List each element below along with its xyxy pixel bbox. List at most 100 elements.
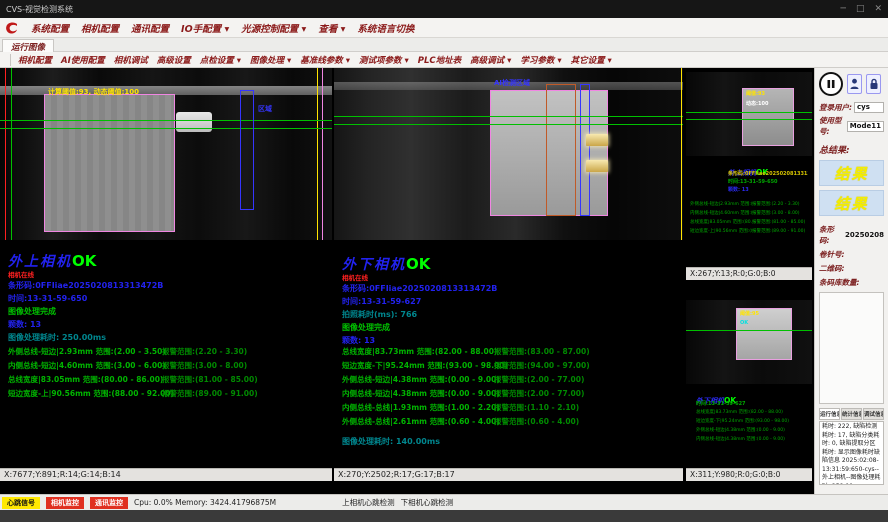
- thumbnail-upper-pixel-coordinates: X:267;Y:13;R:0;G:0;B:0: [686, 267, 812, 280]
- total-result-label: 总结果:: [819, 143, 884, 156]
- mini-upper-measurements: 外侧总线-短边|2.93mm 范围:(2.00 - 3.50) 报警范围:(2.…: [690, 200, 808, 236]
- tool-learning-params[interactable]: 学习参数 ▾: [516, 53, 565, 67]
- tool-camera-debug[interactable]: 相机调试: [110, 53, 152, 67]
- log-tab-debug-info[interactable]: 调试信息: [863, 408, 884, 420]
- lock-button[interactable]: [866, 74, 881, 94]
- maximize-button[interactable]: □: [856, 4, 865, 14]
- thumbnail-view-upper[interactable]: 阈值:93 动态:100 外上相机OK 条形码:0FFIiae202502081…: [686, 72, 812, 280]
- alarm-range: 报警范围:(94.00 - 97.00): [494, 359, 590, 373]
- thumbnail-image-lower: 阈值:95 OK: [686, 300, 812, 384]
- log-tab-run-info[interactable]: 运行信息: [819, 408, 840, 420]
- mini-measurement: 外侧总线-短边|2.93mm 范围:(2.00 - 3.50): [690, 200, 752, 209]
- cpu-memory-status: Cpu: 0.0% Memory: 3424.41796875M: [134, 498, 276, 507]
- guide-line-yellow: [681, 68, 682, 240]
- menu-camera-config[interactable]: 相机配置: [76, 19, 124, 37]
- measurement-row: 短边宽度-下|95.24mm 范围:(93.00 - 98.00) 报警范围:(…: [342, 359, 590, 373]
- menu-view[interactable]: 查看 ▾: [313, 19, 350, 37]
- mini-alarm: 报警范围:(3.00 - 8.00): [752, 209, 808, 218]
- log-output[interactable]: 耗时: 222, 缺陷检测耗时: 17, 缺陷分类耗时: 0, 缺陷提取分区耗时…: [819, 421, 884, 485]
- measurement-value: 外侧总线-短边|4.38mm 范围:(0.00 - 9.00): [342, 373, 494, 387]
- tool-advanced-settings[interactable]: 高级设置: [153, 53, 195, 67]
- tool-spot-check[interactable]: 点检设置 ▾: [196, 53, 245, 67]
- lower-camera-heartbeat-check: 下相机心跳检测: [401, 497, 454, 508]
- camera-view-lower[interactable]: AI检测区域 外下相机OK 相机在线 条形码:0FFIiae2025020813…: [334, 68, 683, 481]
- tool-baseline-params[interactable]: 基准线参数 ▾: [296, 53, 354, 67]
- tool-plc-address[interactable]: PLC地址表: [414, 53, 465, 67]
- login-user-field[interactable]: cys: [854, 102, 884, 113]
- mini-count: 颗数: 13: [728, 186, 808, 194]
- measurement-row: 外侧总线-总线|2.61mm 范围:(0.60 - 4.00) 报警范围:(0.…: [342, 415, 590, 429]
- guide-line-yellow: [317, 68, 318, 240]
- tool-advanced-debug[interactable]: 高级调试 ▾: [466, 53, 515, 67]
- alarm-range: 报警范围:(83.00 - 87.00): [494, 345, 590, 359]
- tool-ai-use-config[interactable]: AI使用配置: [57, 53, 109, 67]
- lower-camera-status: 相机在线: [342, 272, 497, 282]
- alarm-range: 报警范围:(1.10 - 2.10): [494, 401, 579, 415]
- guide-line-red: [5, 68, 6, 240]
- mini-alarm: 报警范围:(89.00 - 91.00): [752, 227, 808, 236]
- lower-time: 时间:13-31-59-627: [342, 295, 497, 308]
- alarm-range: 报警范围:(0.60 - 4.00): [494, 415, 579, 429]
- user-button[interactable]: [847, 74, 862, 94]
- measurement-value: 内侧总线-短边|4.60mm 范围:(3.00 - 6.00): [8, 359, 162, 373]
- alarm-range: 报警范围:(3.00 - 8.00): [162, 359, 247, 373]
- mini-measurement: 外侧总线-短边|4.38mm 范围:(0.00 - 9.00): [696, 426, 789, 435]
- camera-view-upper[interactable]: 计算阈值:93, 动态阈值:100 区域 外上相机OK 相机在线 条形码:0FF…: [0, 68, 332, 481]
- guide-line-green: [11, 68, 12, 240]
- menu-system-config[interactable]: 系统配置: [26, 19, 74, 37]
- menu-light-config[interactable]: 光源控制配置 ▾: [236, 19, 311, 37]
- upper-camera-status: 相机在线: [8, 269, 163, 279]
- result-box-2: 结果: [819, 190, 884, 216]
- tool-other-settings[interactable]: 其它设置 ▾: [567, 53, 616, 67]
- mini-measurement: 总线宽度|83.73mm 范围:(82.00 - 88.00): [696, 408, 789, 417]
- menu-bar: 系统配置 相机配置 通讯配置 IO手配置 ▾ 光源控制配置 ▾ 查看 ▾ 系统语…: [0, 18, 888, 38]
- thumbnail-lower-pixel-coordinates: X:311;Y:980;R:0;G:0;B:0: [686, 468, 812, 481]
- mini-alarm: 报警范围:(2.20 - 3.30): [752, 200, 808, 209]
- baseline-green-2: [0, 128, 332, 129]
- camera-image-lower: AI检测区域: [334, 68, 683, 240]
- mini-measurement: 内侧总线-短边|4.38mm 范围:(0.00 - 9.00): [696, 435, 789, 444]
- upper-process-time: 图像处理耗时: 250.00ms: [8, 331, 163, 344]
- barcode-list-box[interactable]: [819, 292, 884, 404]
- guide-line-magenta: [322, 68, 323, 240]
- lower-measurements: 总线宽度|83.73mm 范围:(82.00 - 88.00) 报警范围:(83…: [342, 345, 590, 448]
- close-button[interactable]: ✕: [874, 4, 882, 14]
- upper-measurements: 外侧总线-短边|2.93mm 范围:(2.00 - 3.50) 报警范围:(2.…: [8, 345, 258, 401]
- lower-trigger-time: 拍照耗时(ms): 766: [342, 308, 497, 321]
- mini-measurement: 总线宽度|83.05mm 范围:(80.00 - 86.00): [690, 218, 752, 227]
- pause-button[interactable]: [819, 72, 843, 96]
- comm-monitor-badge: 通讯监控: [90, 497, 128, 509]
- region-label: 区域: [258, 104, 272, 114]
- app-status-bar: 心跳信号 相机监控 通讯监控 Cpu: 0.0% Memory: 3424.41…: [0, 494, 888, 510]
- baseline-green-1: [0, 120, 332, 121]
- app-logo-icon: [4, 21, 20, 35]
- tab-run-image[interactable]: 运行图像: [2, 39, 54, 52]
- menu-comm-config[interactable]: 通讯配置: [126, 19, 174, 37]
- model-field[interactable]: Mode11: [847, 121, 884, 132]
- lower-process-time: 图像处理耗时: 140.00ms: [342, 435, 590, 448]
- upper-camera-heartbeat-check: 上相机心跳检测: [342, 497, 395, 508]
- lower-camera-name: 外下相机: [342, 257, 406, 273]
- tool-camera-config[interactable]: 相机配置: [14, 53, 56, 67]
- window-title: CVS-视觉检测系统: [6, 4, 73, 15]
- menu-language-switch[interactable]: 系统语言切换: [352, 19, 419, 37]
- mini-mark: 阈值:95: [740, 310, 759, 317]
- tab-strip: 运行图像: [0, 38, 888, 52]
- gold-tab-2: [586, 160, 608, 172]
- minimize-button[interactable]: ─: [841, 4, 846, 14]
- threshold-label: 计算阈值:93, 动态阈值:100: [48, 87, 139, 97]
- model-label: 使用型号:: [819, 115, 845, 137]
- alarm-range: 报警范围:(2.20 - 3.30): [162, 345, 247, 359]
- measurement-value: 短边宽度-下|95.24mm 范围:(93.00 - 98.00): [342, 359, 494, 373]
- upper-count: 颗数: 13: [8, 318, 163, 331]
- measurement-row: 外侧总线-短边|2.93mm 范围:(2.00 - 3.50) 报警范围:(2.…: [8, 345, 258, 359]
- log-tab-stats-info[interactable]: 统计信息: [841, 408, 862, 420]
- measurement-value: 短边宽度-上|90.56mm 范围:(88.00 - 92.00): [8, 387, 162, 401]
- upper-time: 时间:13-31-59-650: [8, 292, 163, 305]
- baseline-green-2: [334, 124, 683, 125]
- tool-test-params[interactable]: 测试项参数 ▾: [355, 53, 413, 67]
- menu-io-config[interactable]: IO手配置 ▾: [176, 19, 234, 37]
- tool-image-processing[interactable]: 图像处理 ▾: [246, 53, 295, 67]
- thumbnail-view-lower[interactable]: 阈值:95 OK 外下相机OK 时间:13-31-59-627 总线宽度|83.…: [686, 282, 812, 481]
- mini-time: 时间:13-31-59-650: [728, 178, 808, 186]
